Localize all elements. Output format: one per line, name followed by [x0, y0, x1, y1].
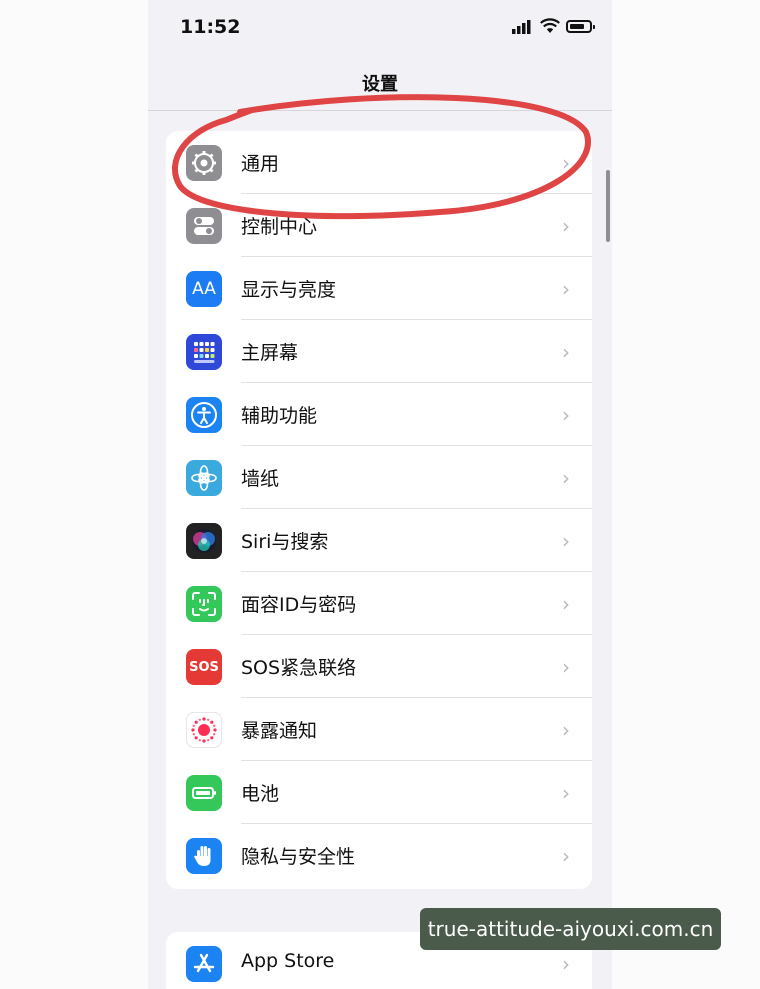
gear-icon: [186, 145, 222, 181]
settings-row-battery[interactable]: 电池 ›: [166, 761, 592, 824]
chevron-right-icon: ›: [562, 952, 570, 976]
faceid-icon: [186, 586, 222, 622]
chevron-right-icon: ›: [562, 529, 570, 553]
settings-row-exposure[interactable]: 暴露通知 ›: [166, 698, 592, 761]
home-grid-icon: [186, 334, 222, 370]
settings-row-label: 显示与亮度: [241, 279, 337, 301]
chevron-right-icon: ›: [562, 340, 570, 364]
settings-row-label: 电池: [241, 783, 280, 805]
chevron-right-icon: ›: [562, 718, 570, 742]
navigation-bar: 设置: [148, 58, 612, 111]
appstore-icon: [186, 946, 222, 982]
scroll-indicator: [606, 170, 610, 242]
settings-row-label: 隐私与安全性: [241, 846, 356, 868]
chevron-right-icon: ›: [562, 151, 570, 175]
battery-status-icon: [566, 20, 595, 33]
settings-row-general[interactable]: 通用 ›: [166, 131, 592, 194]
battery-icon: [186, 775, 222, 811]
settings-row-control-center[interactable]: 控制中心 ›: [166, 194, 592, 257]
sos-icon: SOS: [186, 649, 222, 685]
exposure-icon: [186, 712, 222, 748]
chevron-right-icon: ›: [562, 655, 570, 679]
settings-row-label: 辅助功能: [241, 405, 318, 427]
settings-row-label: 暴露通知: [241, 720, 318, 742]
settings-row-wallpaper[interactable]: 墙纸 ›: [166, 446, 592, 509]
chevron-right-icon: ›: [562, 214, 570, 238]
settings-row-label: 控制中心: [241, 216, 318, 238]
page-title: 设置: [362, 74, 398, 95]
watermark: true-attitude-aiyouxi.com.cn: [420, 908, 721, 950]
cellular-signal-icon: [512, 20, 531, 34]
settings-row-privacy[interactable]: 隐私与安全性 ›: [166, 824, 592, 887]
siri-icon: [186, 523, 222, 559]
hand-icon: [186, 838, 222, 874]
background-right: [612, 0, 760, 989]
settings-row-siri[interactable]: Siri与搜索 ›: [166, 509, 592, 572]
settings-row-label: 通用: [241, 153, 280, 175]
toggles-icon: [186, 208, 222, 244]
wifi-icon: [540, 18, 560, 33]
chevron-right-icon: ›: [562, 277, 570, 301]
settings-row-label: 墙纸: [241, 468, 280, 490]
settings-row-sos[interactable]: SOS SOS紧急联络 ›: [166, 635, 592, 698]
status-time: 11:52: [180, 16, 241, 38]
chevron-right-icon: ›: [562, 844, 570, 868]
settings-row-label: Siri与搜索: [241, 531, 329, 553]
status-bar: 11:52: [148, 0, 612, 58]
chevron-right-icon: ›: [562, 592, 570, 616]
chevron-right-icon: ›: [562, 403, 570, 427]
settings-row-accessibility[interactable]: 辅助功能 ›: [166, 383, 592, 446]
display-icon: AA: [186, 271, 222, 307]
settings-row-label: 主屏幕: [241, 342, 299, 364]
settings-row-home-screen[interactable]: 主屏幕 ›: [166, 320, 592, 383]
settings-row-label: 面容ID与密码: [241, 594, 357, 616]
chevron-right-icon: ›: [562, 466, 570, 490]
chevron-right-icon: ›: [562, 781, 570, 805]
flower-icon: [186, 460, 222, 496]
settings-row-label: App Store: [241, 950, 335, 972]
settings-group-main: 通用 › 控制中心 › AA 显示与亮度 › 主屏幕 › 辅助功能 › 墙纸 ›…: [166, 131, 592, 889]
accessibility-icon: [186, 397, 222, 433]
settings-screen: 11:52 设置 通用 › 控制中心 › AA 显示与亮度 › 主屏幕 › 辅助…: [148, 0, 612, 989]
settings-row-faceid[interactable]: 面容ID与密码 ›: [166, 572, 592, 635]
settings-row-display[interactable]: AA 显示与亮度 ›: [166, 257, 592, 320]
settings-row-label: SOS紧急联络: [241, 657, 357, 679]
background-left: [0, 0, 148, 989]
